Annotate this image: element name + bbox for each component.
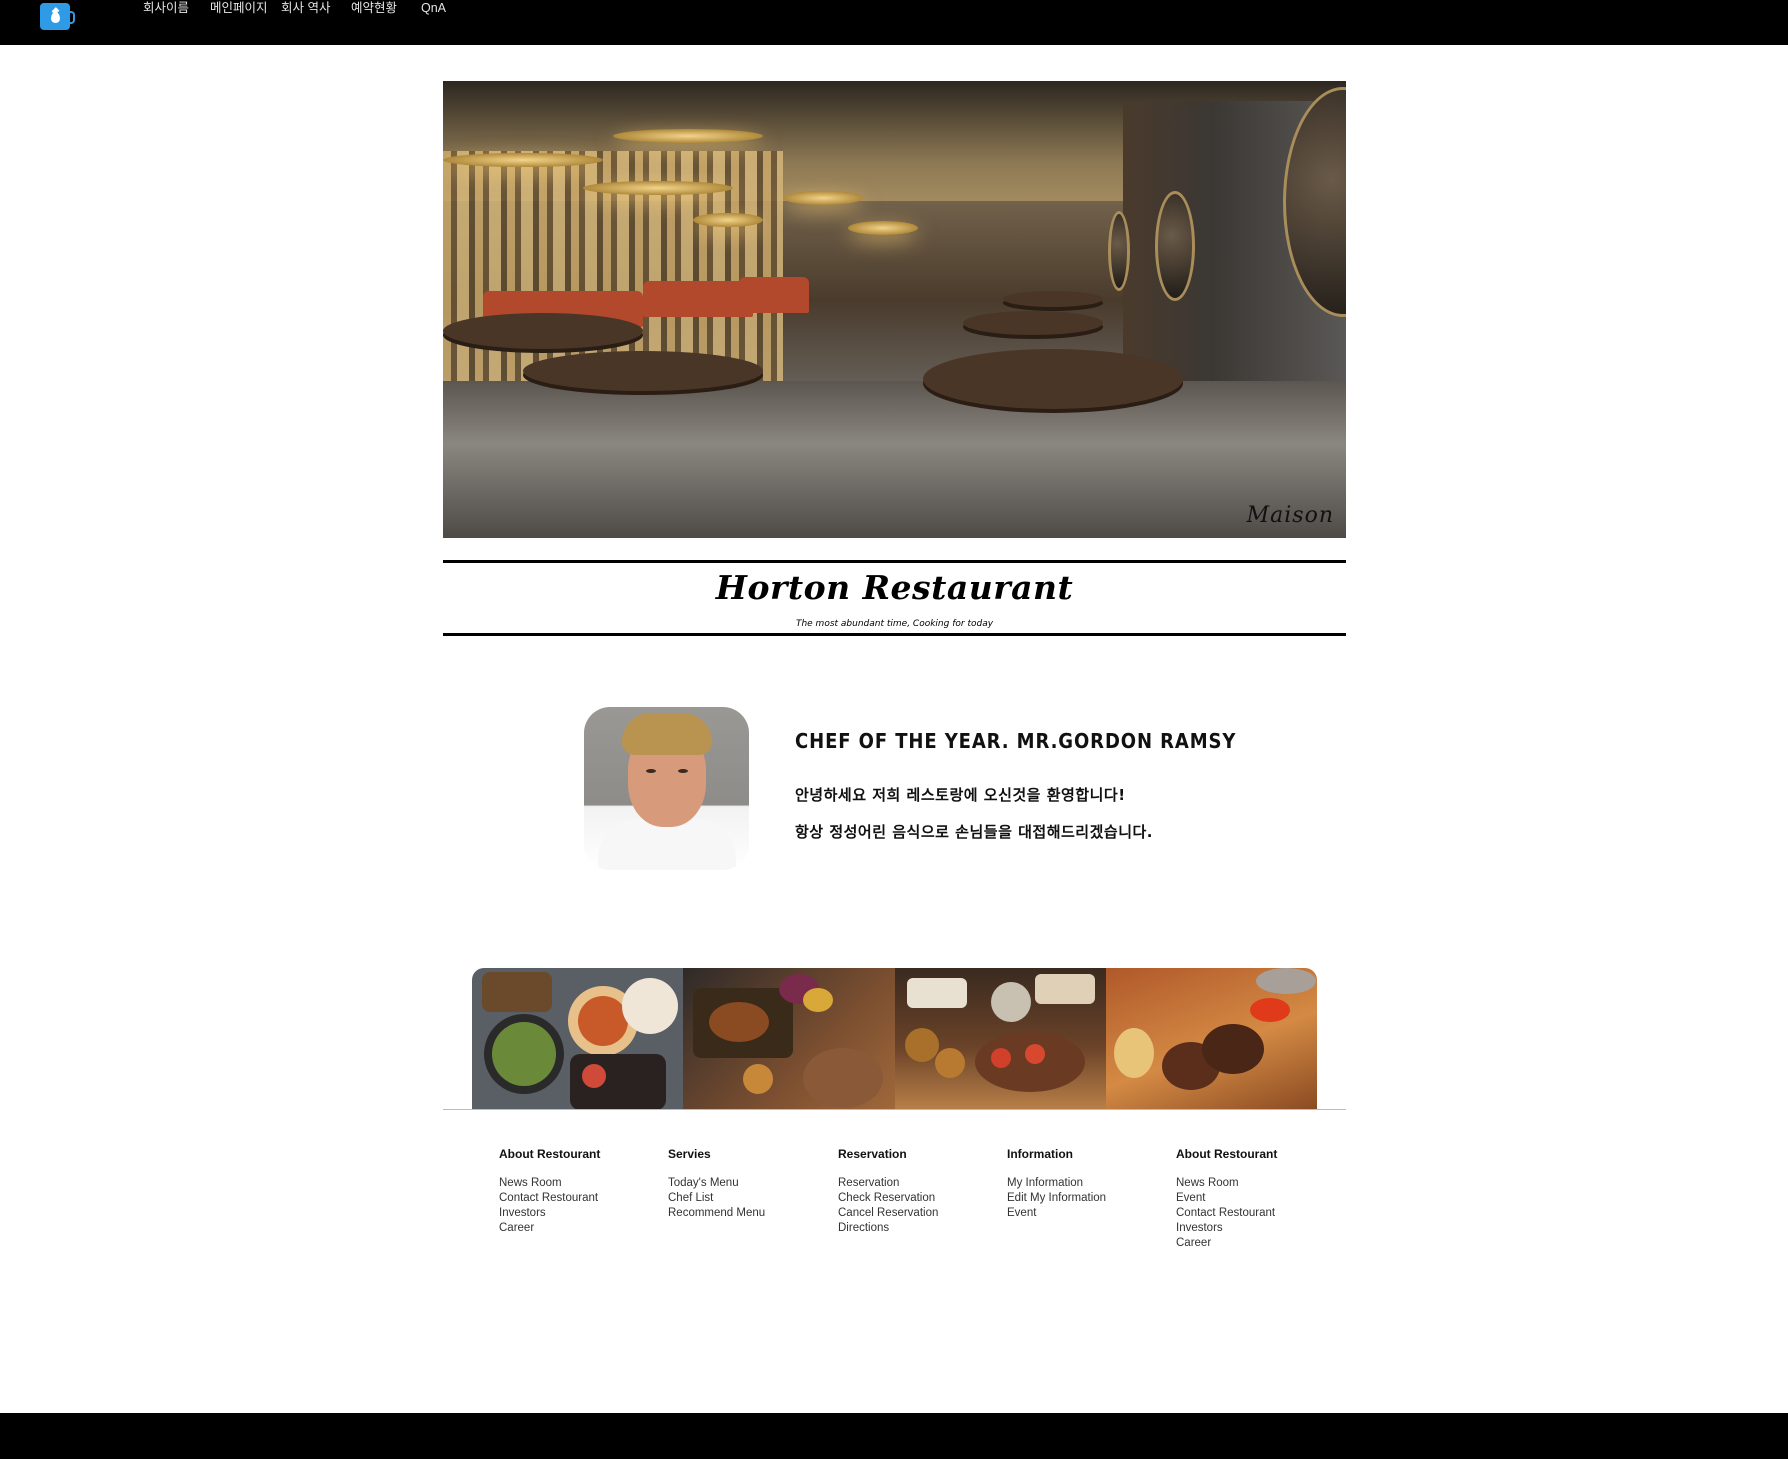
chef-welcome-text: 안녕하세요 저희 레스토랑에 오신것을 환영합니다! [795,786,1126,804]
coffee-cup-drop-icon[interactable] [40,3,75,30]
footer-col-title: About Restourant [1176,1147,1278,1161]
footer-col-about-2: About Restourant News Room Event Contact… [1176,1146,1336,1251]
food-gallery [472,968,1317,1110]
footer-link-contact[interactable]: Contact Restourant [1176,1206,1336,1221]
footer-link-recommend-menu[interactable]: Recommend Menu [668,1206,828,1221]
footer-col-information: Information My Information Edit My Infor… [1007,1146,1167,1221]
footer-col-about: About Restourant News Room Contact Resto… [499,1146,659,1236]
chef-heading: CHEF OF THE YEAR. MR.GORDON RAMSY [795,729,1237,753]
page-title: Horton Restaurant [715,568,1074,607]
footer-link-cancel-reservation[interactable]: Cancel Reservation [838,1206,998,1221]
footer-link-my-information[interactable]: My Information [1007,1176,1167,1191]
top-nav-bar: 회사이름 메인페이지 회사 역사 예약현황 QnA [0,0,1788,45]
nav-item-qna[interactable]: QnA [421,0,446,16]
footer-link-news-room[interactable]: News Room [499,1176,659,1191]
footer-col-title: Servies [668,1147,711,1161]
hero-watermark: Maison [1246,503,1334,528]
footer-link-check-reservation[interactable]: Check Reservation [838,1191,998,1206]
footer-link-chef-list[interactable]: Chef List [668,1191,828,1206]
nav-item-company-history[interactable]: 회사 역사 [281,0,330,16]
footer-link-edit-information[interactable]: Edit My Information [1007,1191,1167,1206]
footer-col-services: Servies Today's Menu Chef List Recommend… [668,1146,828,1221]
gallery-bottom-rule [443,1109,1346,1110]
title-bottom-rule [443,633,1346,636]
food-board-photo [683,968,895,1110]
footer-link-career[interactable]: Career [1176,1236,1336,1251]
footer-link-news-room[interactable]: News Room [1176,1176,1336,1191]
steak-photo [1105,968,1317,1110]
footer-link-investors[interactable]: Investors [499,1206,659,1221]
footer-col-title: About Restourant [499,1147,601,1161]
food-platter-photo [472,968,684,1110]
chef-promise-text: 항상 정성어린 음식으로 손님들을 대접해드리겠습니다. [795,823,1153,841]
restaurant-interior-photo: Maison [443,81,1346,538]
page-subtitle: The most abundant time, Cooking for toda… [795,619,994,629]
nav-item-main-page[interactable]: 메인페이지 [210,0,268,16]
chef-portrait-photo [584,707,749,870]
footer-col-title: Information [1007,1147,1073,1161]
footer-link-reservation[interactable]: Reservation [838,1176,998,1191]
footer-link-contact[interactable]: Contact Restourant [499,1191,659,1206]
footer-link-todays-menu[interactable]: Today's Menu [668,1176,828,1191]
bottom-bar [0,1413,1788,1459]
footer-col-title: Reservation [838,1147,907,1161]
title-top-rule [443,560,1346,563]
footer-link-directions[interactable]: Directions [838,1221,998,1236]
nav-item-company-name[interactable]: 회사이름 [143,0,189,16]
footer-link-event[interactable]: Event [1007,1206,1167,1221]
footer-link-event[interactable]: Event [1176,1191,1336,1206]
nav-item-reservation-status[interactable]: 예약현황 [351,0,397,16]
footer-col-reservation: Reservation Reservation Check Reservatio… [838,1146,998,1236]
food-appetizers-photo [894,968,1106,1110]
footer-link-investors[interactable]: Investors [1176,1221,1336,1236]
footer-link-career[interactable]: Career [499,1221,659,1236]
